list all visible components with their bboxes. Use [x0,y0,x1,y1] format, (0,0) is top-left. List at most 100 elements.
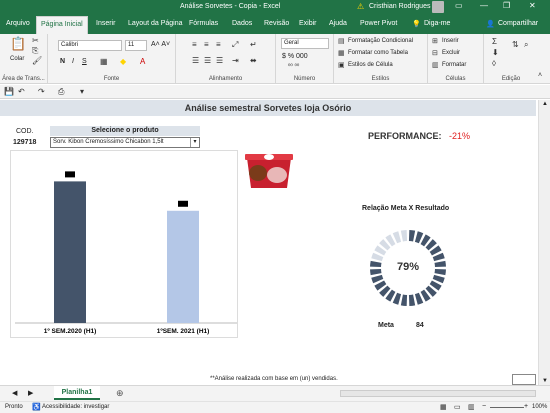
redo-icon[interactable]: ↷ [38,87,45,96]
underline-button[interactable]: S [82,58,87,65]
user-name[interactable]: Cristhian Rodrigues [369,3,430,10]
format-icon[interactable]: ▥ [432,61,439,69]
undo-icon[interactable]: ↶ [18,87,25,96]
restore-icon[interactable]: ❐ [503,1,510,10]
font-size-select[interactable]: 11 [125,40,147,51]
clear-icon[interactable]: ◊ [492,59,496,68]
sort-filter-icon[interactable]: ⇅ [512,40,519,49]
tell-me-input[interactable]: Diga-me [424,20,450,27]
delete-icon[interactable]: ⊟ [432,49,438,57]
normal-view-icon[interactable]: ▦ [440,403,447,411]
page-break-icon[interactable]: ▥ [468,403,475,411]
borders-icon[interactable]: ▦ [100,57,108,66]
group-label-number: Número [293,76,316,82]
zoom-out-icon[interactable]: − [482,403,486,410]
align-middle-icon[interactable]: ≡ [204,40,209,49]
product-select[interactable]: Sorv. Kibon Cremosíssimo Chicabon 1,5lt … [50,137,200,148]
collapse-ribbon-icon[interactable]: ˄ [538,72,542,79]
delete-button[interactable]: Excluir [442,50,460,56]
product-select-value: Sorv. Kibon Cremosíssimo Chicabon 1,5lt [53,139,164,145]
font-color-icon[interactable]: A [140,57,145,66]
fill-color-icon[interactable]: ◆ [120,57,126,66]
minimize-icon[interactable]: — [480,1,488,10]
customize-qat-icon[interactable]: ▾ [80,87,84,96]
format-painter-icon[interactable]: 🖌 [32,56,42,65]
currency-format-icon[interactable]: $ % 000 [282,53,308,60]
cell-styles-icon[interactable]: ▣ [338,61,345,69]
align-top-icon[interactable]: ≡ [192,40,197,49]
insert-button[interactable]: Inserir [442,38,459,44]
status-ready: Pronto [5,404,23,410]
paste-icon[interactable]: 📋 [10,36,26,52]
warning-icon[interactable]: ⚠ [357,2,367,11]
clipboard-group: 📋 Colar ✂ ⎘ 🖌 Área de Trans... [0,34,48,84]
insert-icon[interactable]: ⊞ [432,37,438,45]
vertical-scrollbar[interactable]: ▲ ▼ [538,100,550,385]
dropdown-arrow-icon[interactable]: ▾ [190,138,199,147]
selected-cell[interactable] [512,374,536,385]
page-layout-icon[interactable]: ▭ [454,403,461,411]
bar-2 [167,210,199,323]
accessibility-status[interactable]: Acessibilidade: investigar [42,404,109,410]
format-table-icon[interactable]: ▦ [338,49,345,57]
zoom-in-icon[interactable]: + [524,403,528,410]
zoom-slider[interactable] [490,407,524,408]
align-left-icon[interactable]: ☰ [192,56,199,65]
gauge-title: Relação Meta X Resultado [362,205,450,212]
align-right-icon[interactable]: ☰ [216,56,223,65]
scroll-up-icon[interactable]: ▲ [542,101,548,107]
fill-icon[interactable]: ⬇ [492,48,499,57]
close-icon[interactable]: ✕ [529,1,536,10]
find-select-icon[interactable]: ⌕ [524,40,528,50]
scroll-down-icon[interactable]: ▼ [542,378,548,384]
wrap-text-icon[interactable]: ↵ [250,40,257,49]
font-name-select[interactable]: Calibri [58,40,122,51]
next-sheet-icon[interactable]: ▶ [28,389,33,397]
cell-styles-button[interactable]: Estilos de Célula [348,62,393,68]
zoom-level[interactable]: 100% [532,404,547,410]
sheet-tab-planilha1[interactable]: Planilha1 [54,386,100,400]
merge-center-icon[interactable]: ⬌ [250,56,257,65]
decimal-icon[interactable]: ⁰⁰ ⁰⁰ [288,63,299,70]
tab-dados[interactable]: Dados [232,20,252,27]
tab-inserir[interactable]: Inserir [96,20,115,27]
tab-ajuda[interactable]: Ajuda [329,20,347,27]
number-format-select[interactable]: Geral [281,38,329,49]
bold-button[interactable]: N [60,58,65,65]
conditional-format-button[interactable]: Formatação Condicional [348,38,413,44]
share-icon[interactable]: 👤 [486,20,495,28]
number-group: Geral $ % 000 ⁰⁰ ⁰⁰ Número [276,34,334,84]
share-button[interactable]: Compartilhar [498,20,538,27]
align-bottom-icon[interactable]: ≡ [216,40,221,49]
save-icon[interactable]: 💾 [4,87,14,96]
format-table-button[interactable]: Formatar como Tabela [348,50,408,56]
conditional-format-icon[interactable]: ▤ [338,37,345,45]
add-sheet-icon[interactable]: ⊕ [116,388,124,399]
copy-icon[interactable]: ⎘ [32,46,38,56]
tab-arquivo[interactable]: Arquivo [6,20,30,27]
align-center-icon[interactable]: ☰ [204,56,211,65]
bar-chart-svg: 1º SEM.2020 (H1) 1ºSEM. 2021 (H1) [15,171,237,335]
tab-exibir[interactable]: Exibir [299,20,317,27]
horizontal-scrollbar[interactable] [340,390,536,397]
accessibility-icon[interactable]: ♿ [32,403,41,411]
print-preview-icon[interactable]: ⎙ [58,87,64,97]
avatar[interactable] [432,1,444,13]
prev-sheet-icon[interactable]: ◀ [12,389,17,397]
group-label-styles: Estilos [371,76,390,82]
cod-label: COD. [16,128,34,135]
tab-formulas[interactable]: Fórmulas [189,20,218,27]
tab-revisao[interactable]: Revisão [264,20,289,27]
tab-layout[interactable]: Layout da Página [128,20,183,27]
orientation-icon[interactable]: ⤢ [232,40,238,50]
italic-button[interactable]: I [72,58,74,65]
ribbon-display-options-icon[interactable]: ▭ [455,1,463,10]
tab-pagina-inicial[interactable]: Página Inicial [36,16,88,34]
tab-power-pivot[interactable]: Power Pivot [360,20,397,27]
grow-font-icon[interactable]: A˄ A˅ [151,41,170,48]
cut-icon[interactable]: ✂ [32,36,39,45]
format-button[interactable]: Formatar [442,62,466,68]
autosum-icon[interactable]: Σ [492,37,497,46]
paste-button[interactable]: Colar [10,56,24,62]
indent-icon[interactable]: ⇥ [232,56,239,65]
